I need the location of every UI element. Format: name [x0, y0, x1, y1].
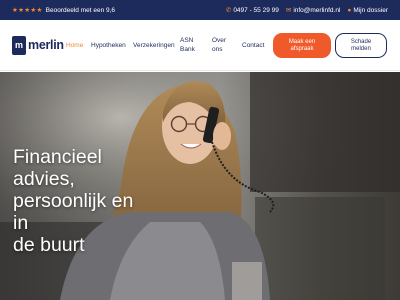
hero-title-line: in [13, 212, 29, 234]
merlin-logo[interactable]: m merlin [12, 35, 64, 55]
nav-contact[interactable]: Contact [242, 41, 264, 50]
claim-label-2: melden [351, 45, 371, 52]
top-bar: ★★★★★ Beoordeeld met een 9,6 ✆ 0497 - 55… [0, 0, 400, 20]
my-dossier-label: Mijn dossier [353, 6, 388, 14]
appointment-label-2: afspraak [290, 45, 314, 52]
logo-mark-icon: m [12, 35, 26, 55]
nav-hypotheken[interactable]: Hypotheken [91, 41, 126, 50]
rating: ★★★★★ Beoordeeld met een 9,6 [12, 6, 116, 15]
nav-over-label-1: Over [212, 37, 227, 44]
phone-number: 0497 - 55 29 99 [233, 6, 279, 14]
rating-text: Beoordeeld met een 9,6 [45, 6, 116, 14]
phone-link[interactable]: ✆ 0497 - 55 29 99 [225, 6, 279, 15]
hero-title-line: advies, [13, 168, 75, 190]
nav-over-ons[interactable]: Over ons [212, 36, 226, 54]
hero-title-line: persoonlijk en [13, 190, 134, 212]
make-appointment-button[interactable]: Maak een afspraak [273, 33, 331, 58]
envelope-icon: ✉ [285, 7, 292, 14]
claim-label-1: Schade [350, 38, 372, 45]
nav-asn-label-2: Bank [180, 46, 195, 53]
email-address: info@merlinfd.nl [293, 6, 341, 14]
phone-icon: ✆ [225, 7, 232, 14]
nav-asn-bank[interactable]: ASN Bank [180, 36, 195, 54]
hero-title-line: de buurt [13, 234, 85, 256]
logo-wordmark: merlin [28, 38, 64, 52]
nav-home[interactable]: Home [66, 41, 83, 50]
my-dossier-link[interactable]: ● Mijn dossier [347, 7, 388, 14]
email-link[interactable]: ✉ info@merlinfd.nl [285, 6, 341, 15]
nav-verzekeringen[interactable]: Verzekeringen [133, 41, 175, 50]
user-icon: ● [347, 6, 352, 14]
appointment-label-1: Maak een [288, 38, 316, 45]
hero-banner: Financieel advies, persoonlijk en in de … [0, 72, 400, 300]
star-rating-icons: ★★★★★ [12, 7, 43, 14]
nav-asn-label-1: ASN [180, 37, 194, 44]
report-claim-button[interactable]: Schade melden [335, 33, 387, 58]
nav-over-label-2: ons [212, 46, 223, 53]
hero-title-line: Financieel [13, 146, 102, 168]
hero-title: Financieel advies, persoonlijk en in de … [13, 146, 153, 256]
